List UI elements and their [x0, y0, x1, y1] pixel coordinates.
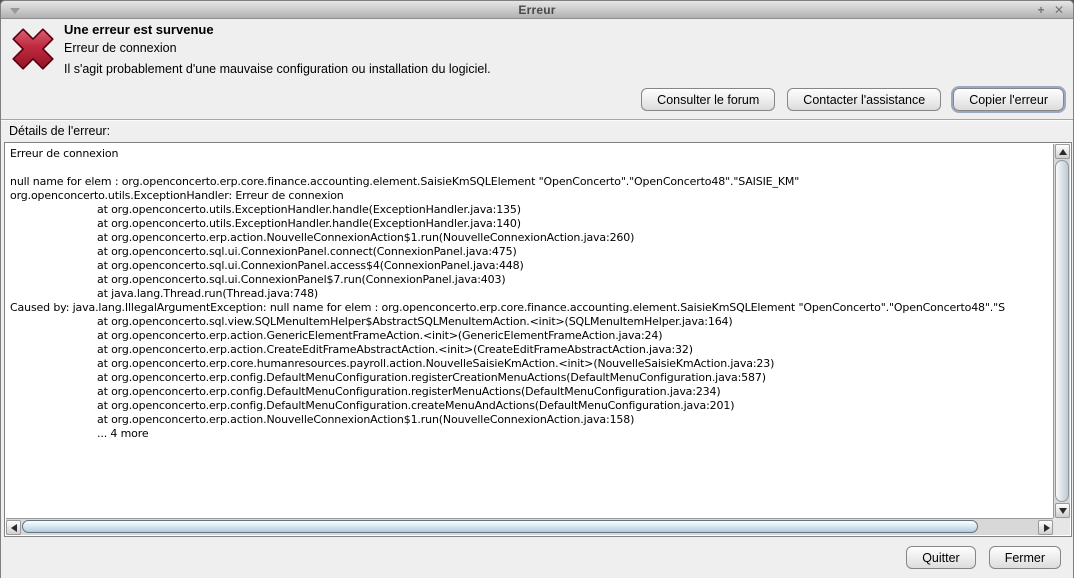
consult-forum-button[interactable]: Consulter le forum [641, 88, 775, 111]
window-title: Erreur [1, 3, 1073, 17]
title-bar[interactable]: Erreur + ✕ [1, 1, 1073, 19]
error-subtitle: Erreur de connexion [64, 41, 177, 55]
error-description: Il s'agit probablement d'une mauvaise co… [64, 62, 491, 76]
close-button[interactable]: ✕ [1051, 2, 1067, 18]
error-details-textarea[interactable]: Erreur de connexion null name for elem :… [6, 144, 1053, 518]
vertical-scrollbar-thumb[interactable] [1055, 160, 1069, 502]
triangle-down-icon [1059, 508, 1067, 514]
scrollbar-corner [1053, 518, 1070, 535]
scroll-right-button[interactable] [1038, 520, 1053, 535]
footer-button-row: Quitter Fermer [906, 546, 1061, 569]
triangle-left-icon [11, 524, 17, 532]
horizontal-scrollbar-thumb[interactable] [22, 520, 978, 533]
triangle-right-icon [1044, 524, 1050, 532]
error-dialog-window: Erreur + ✕ Une erreur est survenue Erreu… [0, 0, 1074, 578]
error-details-scrollpane: Erreur de connexion null name for elem :… [4, 142, 1072, 537]
close-dialog-button[interactable]: Fermer [989, 546, 1061, 569]
stack-trace-text: Erreur de connexion null name for elem :… [6, 144, 1053, 441]
triangle-up-icon [1059, 149, 1067, 155]
details-label: Détails de l'erreur: [9, 124, 110, 138]
header-button-row: Consulter le forum Contacter l'assistanc… [641, 88, 1064, 111]
horizontal-scrollbar[interactable] [6, 518, 1053, 535]
header-panel: Une erreur est survenue Erreur de connex… [1, 19, 1073, 119]
maximize-button[interactable]: + [1033, 2, 1049, 18]
vertical-scrollbar[interactable] [1053, 144, 1070, 518]
error-cross-icon [9, 25, 57, 73]
scroll-up-button[interactable] [1055, 144, 1070, 159]
contact-support-button[interactable]: Contacter l'assistance [787, 88, 941, 111]
scroll-left-button[interactable] [6, 520, 21, 535]
copy-error-button[interactable]: Copier l'erreur [953, 88, 1064, 111]
details-panel: Détails de l'erreur: Erreur de connexion… [1, 119, 1073, 578]
quit-button[interactable]: Quitter [906, 546, 976, 569]
error-headline: Une erreur est survenue [64, 22, 214, 37]
scroll-down-button[interactable] [1055, 503, 1070, 518]
